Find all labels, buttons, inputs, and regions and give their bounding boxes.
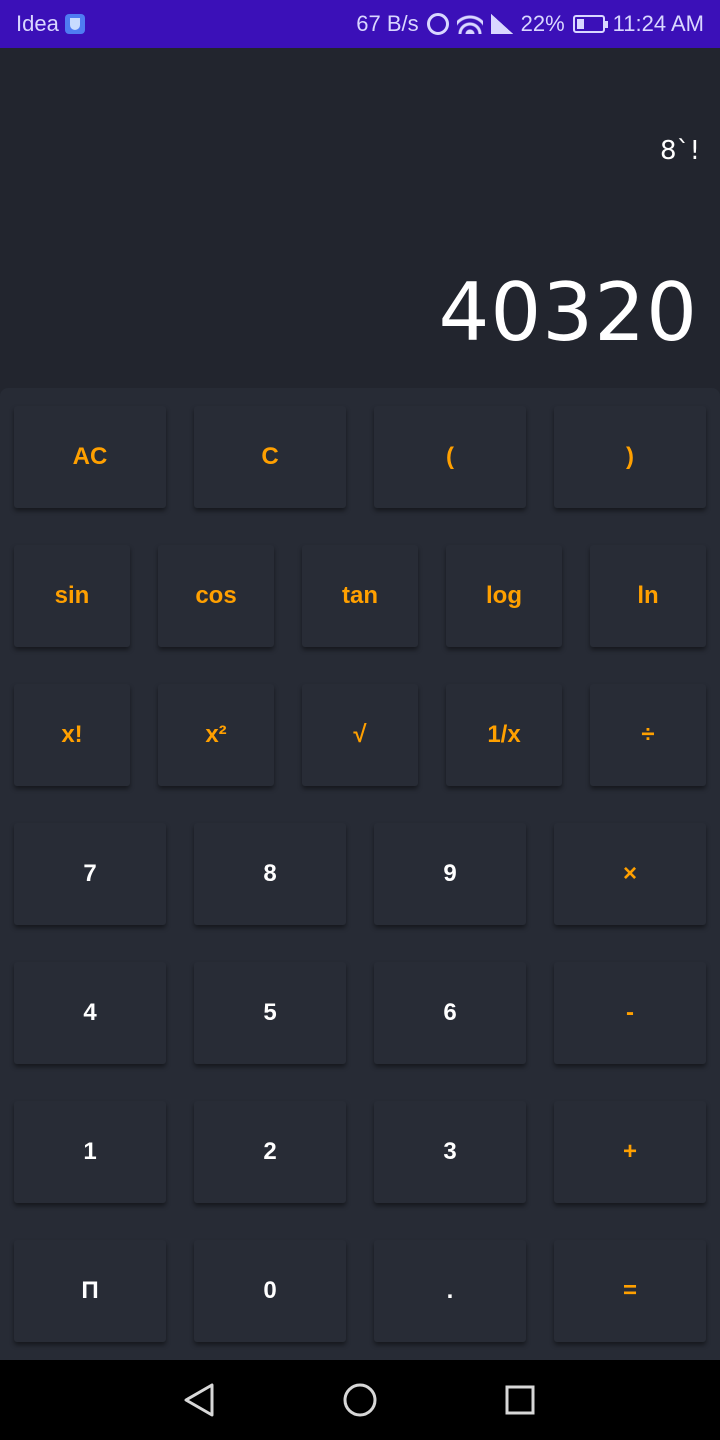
alarm-icon (426, 13, 449, 35)
home-icon[interactable] (340, 1380, 380, 1420)
add-button[interactable]: + (554, 1101, 706, 1203)
recents-icon[interactable] (500, 1380, 540, 1420)
expression-text: 8`! (660, 136, 700, 166)
log-button[interactable]: log (446, 545, 562, 647)
result-text: 40320 (438, 266, 698, 359)
digit-5-button[interactable]: 5 (194, 962, 346, 1064)
status-bar: Idea 67 B/s 22% 11:24 AM (0, 0, 720, 48)
digit-9-button[interactable]: 9 (374, 823, 526, 925)
open-paren-button[interactable]: ( (374, 406, 526, 508)
subtract-button[interactable]: - (554, 962, 706, 1064)
signal-icon (490, 14, 513, 34)
sin-button[interactable]: sin (14, 545, 130, 647)
square-button[interactable]: x² (158, 684, 274, 786)
equals-button[interactable]: = (554, 1240, 706, 1342)
digit-1-button[interactable]: 1 (14, 1101, 166, 1203)
close-paren-button[interactable]: ) (554, 406, 706, 508)
factorial-button[interactable]: x! (14, 684, 130, 786)
keypad: AC C ( ) sin cos tan log ln x! x² √ 1/x … (0, 388, 720, 1360)
clear-button[interactable]: C (194, 406, 346, 508)
vpn-shield-icon (64, 14, 85, 34)
reciprocal-button[interactable]: 1/x (446, 684, 562, 786)
carrier-label: Idea (16, 11, 59, 36)
calculator-screen: Idea 67 B/s 22% 11:24 AM 8`! 40320 AC C … (0, 0, 720, 1440)
status-right: 67 B/s 22% 11:24 AM (356, 11, 704, 37)
navigation-bar (0, 1360, 720, 1440)
wifi-icon (456, 14, 483, 34)
digit-4-button[interactable]: 4 (14, 962, 166, 1064)
decimal-button[interactable]: . (374, 1240, 526, 1342)
cos-button[interactable]: cos (158, 545, 274, 647)
digit-7-button[interactable]: 7 (14, 823, 166, 925)
pi-button[interactable]: Π (14, 1240, 166, 1342)
back-icon[interactable] (180, 1380, 220, 1420)
digit-6-button[interactable]: 6 (374, 962, 526, 1064)
divide-button[interactable]: ÷ (590, 684, 706, 786)
digit-8-button[interactable]: 8 (194, 823, 346, 925)
status-left: Idea (16, 11, 85, 37)
digit-2-button[interactable]: 2 (194, 1101, 346, 1203)
sqrt-button[interactable]: √ (302, 684, 418, 786)
network-speed: 67 B/s (356, 11, 419, 36)
tan-button[interactable]: tan (302, 545, 418, 647)
ln-button[interactable]: ln (590, 545, 706, 647)
calculator-display: 8`! 40320 (0, 48, 720, 388)
multiply-button[interactable]: × (554, 823, 706, 925)
battery-icon (572, 15, 608, 33)
clock: 11:24 AM (612, 11, 704, 36)
all-clear-button[interactable]: AC (14, 406, 166, 508)
digit-0-button[interactable]: 0 (194, 1240, 346, 1342)
battery-percent: 22% (520, 11, 565, 36)
digit-3-button[interactable]: 3 (374, 1101, 526, 1203)
